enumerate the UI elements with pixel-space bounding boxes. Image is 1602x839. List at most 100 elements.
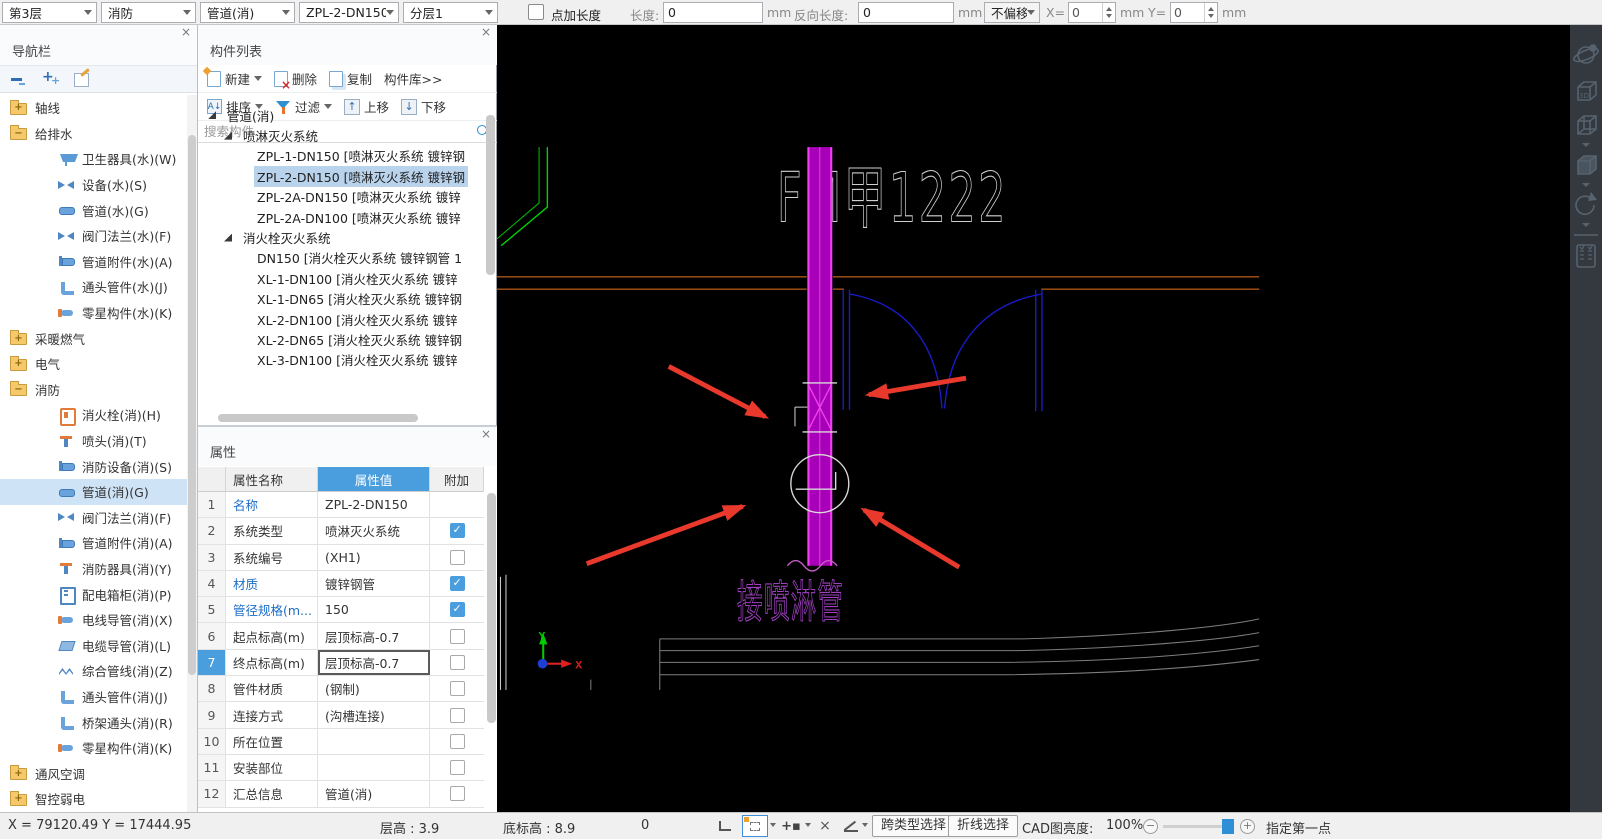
sidebar-item[interactable]: 消火栓(消)(H) bbox=[0, 402, 188, 428]
extra-checkbox[interactable] bbox=[450, 576, 465, 591]
property-row[interactable]: 4材质镀锌钢管 bbox=[198, 571, 484, 597]
property-row[interactable]: 6起点标高(m)层顶标高-0.7 bbox=[198, 623, 484, 649]
add-select-button[interactable]: +▪ bbox=[778, 815, 804, 837]
property-row-selected[interactable]: 7终点标高(m)层顶标高-0.7 bbox=[198, 650, 484, 676]
component-list-vscrollbar[interactable] bbox=[486, 115, 495, 275]
sidebar-item[interactable]: 通头管件(水)(J) bbox=[0, 274, 188, 300]
deselect-button[interactable]: × bbox=[812, 815, 838, 837]
tree-item[interactable]: XL-2-DN65 [消火栓灭火系统 镀锌钢 bbox=[198, 329, 485, 349]
offset-mode-select[interactable]: 不偏移 bbox=[984, 2, 1040, 23]
tree-node[interactable]: 消火栓灭火系统 bbox=[198, 227, 485, 247]
chevron-down-icon[interactable] bbox=[805, 823, 811, 830]
tree-item[interactable]: XL-3-DN100 [消火栓灭火系统 镀锌 bbox=[198, 350, 485, 370]
tree-item[interactable]: ZPL-1-DN150 [喷淋灭火系统 镀锌钢 bbox=[198, 146, 485, 166]
x-offset-stepper[interactable] bbox=[1068, 2, 1116, 23]
sidebar-item[interactable]: 通头管件(消)(J) bbox=[0, 684, 188, 710]
sidebar-item[interactable]: 消防设备(消)(S) bbox=[0, 453, 188, 479]
tree-item[interactable]: DN150 [消火栓灭火系统 镀锌钢管 1 bbox=[198, 248, 485, 268]
properties-scrollbar[interactable] bbox=[487, 493, 496, 723]
expand-all-icon[interactable] bbox=[42, 71, 60, 87]
sidebar-item[interactable]: 阀门法兰(消)(F) bbox=[0, 505, 188, 531]
extra-checkbox[interactable] bbox=[450, 760, 465, 775]
sidebar-item[interactable]: 电线导管(消)(X) bbox=[0, 607, 188, 633]
point-add-length-checkbox[interactable] bbox=[528, 4, 544, 20]
wireframe-view-icon[interactable] bbox=[1578, 116, 1596, 134]
property-row[interactable]: 11安装部位 bbox=[198, 755, 484, 781]
expanded-arrow-icon[interactable] bbox=[208, 111, 216, 119]
expanded-arrow-icon[interactable] bbox=[224, 234, 232, 242]
orbit-icon[interactable] bbox=[1572, 45, 1599, 64]
sidebar-item-electrical[interactable]: +电气 bbox=[0, 351, 188, 377]
component-library-button[interactable]: 构件库>> bbox=[381, 67, 445, 90]
close-icon[interactable]: × bbox=[481, 26, 491, 38]
category-select[interactable]: 管道(消) bbox=[200, 2, 295, 23]
tree-node[interactable]: 喷淋灭火系统 bbox=[198, 125, 485, 145]
sidebar-item-plumbing[interactable]: −给排水 bbox=[0, 121, 188, 147]
property-row[interactable]: 1名称ZPL-2-DN150 bbox=[198, 492, 484, 518]
property-row[interactable]: 8管件材质(钢制) bbox=[198, 676, 484, 702]
sidebar-item[interactable]: 卫生器具(水)(W) bbox=[0, 146, 188, 172]
extra-checkbox[interactable] bbox=[450, 786, 465, 801]
chevron-down-icon[interactable] bbox=[1582, 143, 1590, 147]
discipline-select[interactable]: 消防 bbox=[101, 2, 196, 23]
property-row[interactable]: 10所在位置 bbox=[198, 729, 484, 755]
solid-view-icon[interactable] bbox=[1578, 156, 1596, 174]
sidebar-item-fire[interactable]: −消防 bbox=[0, 377, 188, 403]
copy-button[interactable]: 复制 bbox=[326, 67, 375, 90]
sidebar-item[interactable]: 管道附件(水)(A) bbox=[0, 249, 188, 275]
close-icon[interactable]: × bbox=[481, 428, 491, 440]
chevron-down-icon[interactable] bbox=[770, 823, 776, 830]
collapse-all-icon[interactable] bbox=[10, 71, 28, 87]
rect-select-button[interactable] bbox=[742, 815, 768, 837]
sidebar-item[interactable]: 阀门法兰(水)(F) bbox=[0, 223, 188, 249]
sidebar-item[interactable]: 管道(水)(G) bbox=[0, 197, 188, 223]
delete-button[interactable]: 删除 bbox=[271, 67, 320, 90]
sidebar-item-axis[interactable]: +轴线 bbox=[0, 95, 188, 121]
spinner-arrows-icon[interactable] bbox=[1102, 3, 1115, 22]
sidebar-item-pipe-fire[interactable]: 管道(消)(G) bbox=[0, 479, 188, 505]
sidebar-item[interactable]: 零星构件(消)(K) bbox=[0, 735, 188, 761]
spinner-arrows-icon[interactable] bbox=[1204, 3, 1217, 22]
extra-checkbox[interactable] bbox=[450, 602, 465, 617]
sidebar-item[interactable]: 喷头(消)(T) bbox=[0, 428, 188, 454]
property-row[interactable]: 3系统编号(XH1) bbox=[198, 545, 484, 571]
tree-item-selected[interactable]: ZPL-2-DN150 [喷淋灭火系统 镀锌钢 bbox=[198, 166, 485, 186]
angle-snap-button[interactable] bbox=[838, 815, 864, 837]
sidebar-item-heating-gas[interactable]: +采暖燃气 bbox=[0, 325, 188, 351]
extra-checkbox[interactable] bbox=[450, 681, 465, 696]
edit-list-icon[interactable] bbox=[74, 71, 92, 87]
view-settings-icon[interactable] bbox=[1577, 245, 1595, 267]
length-input[interactable] bbox=[663, 2, 763, 23]
sidebar-item[interactable]: 消防器具(消)(Y) bbox=[0, 556, 188, 582]
brightness-minus-button[interactable]: − bbox=[1143, 819, 1158, 834]
reverse-length-input[interactable] bbox=[858, 2, 954, 23]
sidebar-item[interactable]: 桥架通头(消)(R) bbox=[0, 709, 188, 735]
sidebar-item[interactable]: 配电箱柜(消)(P) bbox=[0, 581, 188, 607]
property-row[interactable]: 9连接方式(沟槽连接) bbox=[198, 702, 484, 728]
sidebar-item[interactable]: 管道附件(消)(A) bbox=[0, 530, 188, 556]
y-offset-stepper[interactable] bbox=[1170, 2, 1218, 23]
sidebar-item[interactable]: 综合管线(消)(Z) bbox=[0, 658, 188, 684]
expanded-arrow-icon[interactable] bbox=[224, 132, 232, 140]
cross-type-select-button[interactable]: 跨类型选择 bbox=[872, 815, 955, 837]
sprinkler-pipe[interactable] bbox=[807, 147, 832, 566]
extra-checkbox[interactable] bbox=[450, 550, 465, 565]
rotate-view-icon[interactable] bbox=[1576, 192, 1597, 214]
tree-item[interactable]: XL-1-DN65 [消火栓灭火系统 镀锌钢 bbox=[198, 289, 485, 309]
sidebar-item[interactable]: 电缆导管(消)(L) bbox=[0, 632, 188, 658]
extra-checkbox[interactable] bbox=[450, 708, 465, 723]
view-3d-icon[interactable]: 3D bbox=[1578, 82, 1596, 100]
chevron-down-icon[interactable] bbox=[1582, 183, 1590, 187]
sidebar-item[interactable]: 设备(水)(S) bbox=[0, 172, 188, 198]
sidebar-item-smart-elv[interactable]: +智控弱电 bbox=[0, 786, 188, 812]
tree-item[interactable]: XL-1-DN100 [消火栓灭火系统 镀锌 bbox=[198, 268, 485, 288]
extra-checkbox[interactable] bbox=[450, 655, 465, 670]
sidebar-item[interactable]: 零星构件(水)(K) bbox=[0, 300, 188, 326]
brightness-slider-handle[interactable] bbox=[1222, 819, 1234, 834]
property-row[interactable]: 5管径规格(m...150 bbox=[198, 597, 484, 623]
property-row[interactable]: 12汇总信息管道(消) bbox=[198, 781, 484, 807]
floor-select[interactable]: 第3层 bbox=[2, 2, 97, 23]
extra-checkbox[interactable] bbox=[450, 629, 465, 644]
layer-select[interactable]: 分层1 bbox=[403, 2, 498, 23]
polyline-select-button[interactable]: 折线选择 bbox=[948, 815, 1018, 837]
